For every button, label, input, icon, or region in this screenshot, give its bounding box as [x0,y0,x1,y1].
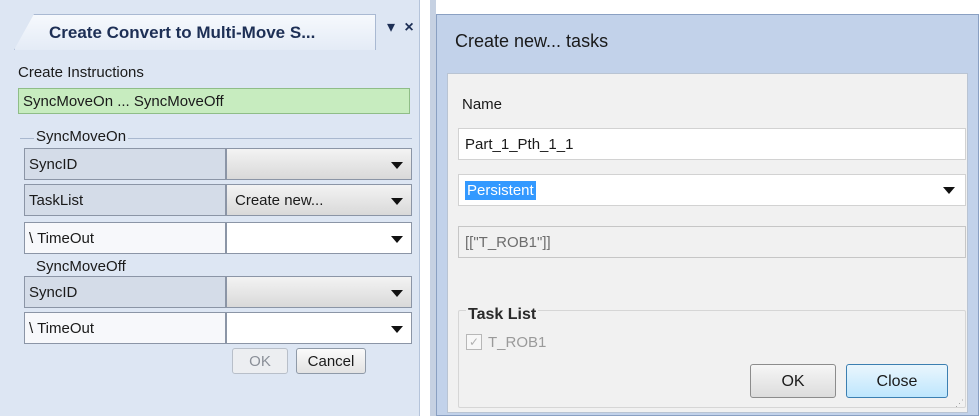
param-label: \ TimeOut [24,312,226,344]
instruction-list-item-selected[interactable]: SyncMoveOn ... SyncMoveOff [18,88,410,114]
panel-body: Create Instructions SyncMoveOn ... SyncM… [10,50,412,406]
ok-button[interactable]: OK [750,364,836,398]
name-label: Name [462,96,503,113]
chevron-down-icon [391,326,403,333]
param-row-syncid: SyncID [24,148,412,180]
close-icon[interactable]: × [400,18,418,38]
storage-type-dropdown[interactable]: Persistent [458,174,966,206]
task-list-item-label: T_ROB1 [488,334,547,351]
cancel-button[interactable]: Cancel [296,348,366,374]
syncid-dropdown[interactable] [226,276,412,308]
create-instructions-label: Create Instructions [18,64,144,81]
param-value: Create new... [235,192,324,209]
param-label: SyncID [24,276,226,308]
tab-create-convert-multimove[interactable]: Create Convert to Multi-Move S... [14,14,376,50]
chevron-down-icon [391,236,403,243]
dialog-body: Name Part_1_Pth_1_1 Persistent [["T_ROB1… [447,73,968,413]
dialog-title: Create new... tasks [455,31,609,51]
create-new-tasks-dialog: Create new... tasks Name Part_1_Pth_1_1 … [436,14,979,416]
resize-grip-icon[interactable]: ⋰ [955,398,964,409]
param-row-timeout: \ TimeOut [24,222,412,254]
chevron-down-icon [391,198,403,205]
chevron-down-icon [391,290,403,297]
param-label: \ TimeOut [24,222,226,254]
task-value-field: [["T_ROB1"]] [458,226,966,258]
name-field[interactable]: Part_1_Pth_1_1 [458,128,966,160]
param-label: SyncID [24,148,226,180]
group-title-syncmoveoff: SyncMoveOff [34,258,128,275]
chevron-down-icon [943,187,955,194]
selected-option: Persistent [465,181,536,200]
param-label: TaskList [24,184,226,216]
syncid-dropdown[interactable] [226,148,412,180]
check-icon[interactable]: ✓ [466,334,482,350]
timeout-dropdown[interactable] [226,312,412,344]
param-row-tasklist: TaskList Create new... [24,184,412,216]
chevron-down-icon [391,162,403,169]
ok-button[interactable]: OK [232,348,288,374]
group-title-syncmoveon: SyncMoveOn [34,128,129,145]
timeout-dropdown[interactable] [226,222,412,254]
param-row-timeout: \ TimeOut [24,312,412,344]
close-button[interactable]: Close [846,364,948,398]
pin-dropdown-icon[interactable]: ▾ [382,18,400,38]
task-list-title: Task List [466,306,539,324]
tasklist-dropdown[interactable]: Create new... [226,184,412,216]
create-instructions-panel: Create Convert to Multi-Move S... ▾ × Cr… [0,0,420,416]
param-row-syncid: SyncID [24,276,412,308]
